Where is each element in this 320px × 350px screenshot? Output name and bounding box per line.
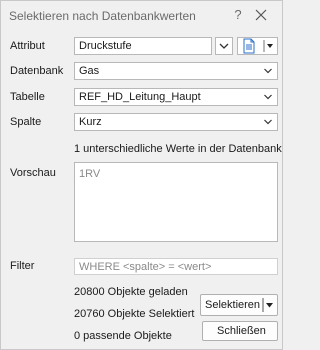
attribut-label: Attribut (10, 40, 45, 52)
preview-list[interactable]: 1RV (74, 162, 278, 242)
vorschau-label: Vorschau (10, 167, 56, 179)
chevron-down-icon (264, 68, 272, 74)
selected-count: 20760 Objekte Selektiert (74, 308, 195, 320)
attribut-value: Druckstufe (79, 40, 132, 52)
preview-item[interactable]: 1RV (79, 168, 100, 180)
datenbank-label: Datenbank (10, 65, 64, 77)
close-icon (255, 9, 267, 21)
document-icon (243, 38, 255, 54)
chevron-down-icon (264, 119, 272, 125)
help-button[interactable]: ? (230, 7, 246, 25)
datenbank-combobox[interactable]: Gas (74, 62, 278, 80)
spalte-value: Kurz (79, 116, 102, 128)
title-bar: Selektieren nach Datenbankwerten ? (1, 1, 282, 31)
tabelle-value: REF_HD_Leitung_Haupt (79, 91, 201, 103)
attribut-combobox[interactable]: Druckstufe (74, 37, 212, 55)
dropdown-arrow-icon (263, 40, 273, 52)
matching-count: 0 passende Objekte (74, 330, 172, 342)
filter-input[interactable]: WHERE <spalte> = <wert> (74, 258, 278, 275)
select-button-label: Selektieren (205, 299, 261, 311)
dropdown-arrow-icon (262, 298, 273, 312)
select-split-button[interactable]: Selektieren (200, 294, 278, 316)
tabelle-label: Tabelle (10, 91, 45, 103)
datenbank-value: Gas (79, 65, 100, 77)
close-dialog-button[interactable]: Schließen (202, 321, 278, 341)
filter-placeholder: WHERE <spalte> = <wert> (79, 261, 212, 273)
tabelle-combobox[interactable]: REF_HD_Leitung_Haupt (74, 88, 278, 106)
chevron-down-icon (264, 94, 272, 100)
filter-label: Filter (10, 260, 35, 272)
loaded-count: 20800 Objekte geladen (74, 286, 188, 298)
chevron-down-icon (219, 43, 229, 49)
close-button[interactable] (252, 6, 270, 24)
attribut-dropdown-button[interactable] (215, 37, 233, 55)
spalte-combobox[interactable]: Kurz (74, 113, 278, 131)
select-by-db-values-dialog: Selektieren nach Datenbankwerten ? Attri… (0, 0, 283, 350)
window-title: Selektieren nach Datenbankwerten (9, 9, 196, 23)
document-split-button[interactable] (237, 37, 278, 55)
close-button-label: Schließen (217, 325, 266, 337)
distinct-values-info: 1 unterschiedliche Werte in der Datenban… (74, 143, 282, 155)
spalte-label: Spalte (10, 116, 42, 128)
